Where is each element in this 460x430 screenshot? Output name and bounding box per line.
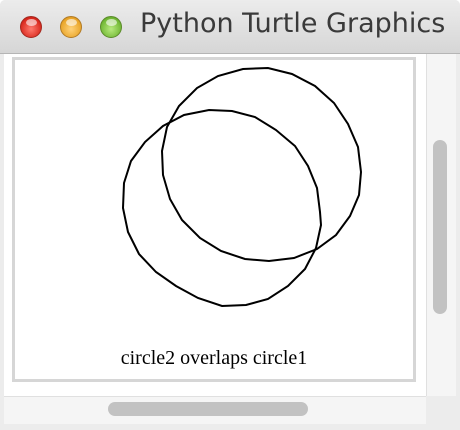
- horizontal-scrollbar[interactable]: [4, 396, 426, 424]
- vertical-scrollbar[interactable]: [426, 54, 456, 396]
- content-area: circle2 overlaps circle1: [4, 54, 426, 396]
- circle1-shape: [160, 66, 363, 263]
- minimize-icon[interactable]: [60, 16, 82, 38]
- canvas-caption: circle2 overlaps circle1: [120, 347, 308, 369]
- title-bar[interactable]: Python Turtle Graphics: [0, 0, 460, 54]
- vertical-scroll-thumb[interactable]: [433, 140, 447, 314]
- turtle-canvas[interactable]: circle2 overlaps circle1: [12, 57, 416, 382]
- scroll-corner: [426, 396, 456, 424]
- circle2-shape: [121, 108, 323, 308]
- window-title: Python Turtle Graphics: [140, 8, 446, 39]
- canvas-drawing: [121, 66, 363, 308]
- zoom-icon[interactable]: [100, 16, 122, 38]
- close-icon[interactable]: [20, 16, 42, 38]
- horizontal-scroll-thumb[interactable]: [108, 402, 308, 416]
- turtle-window: Python Turtle Graphics circle2 overlaps …: [0, 0, 460, 430]
